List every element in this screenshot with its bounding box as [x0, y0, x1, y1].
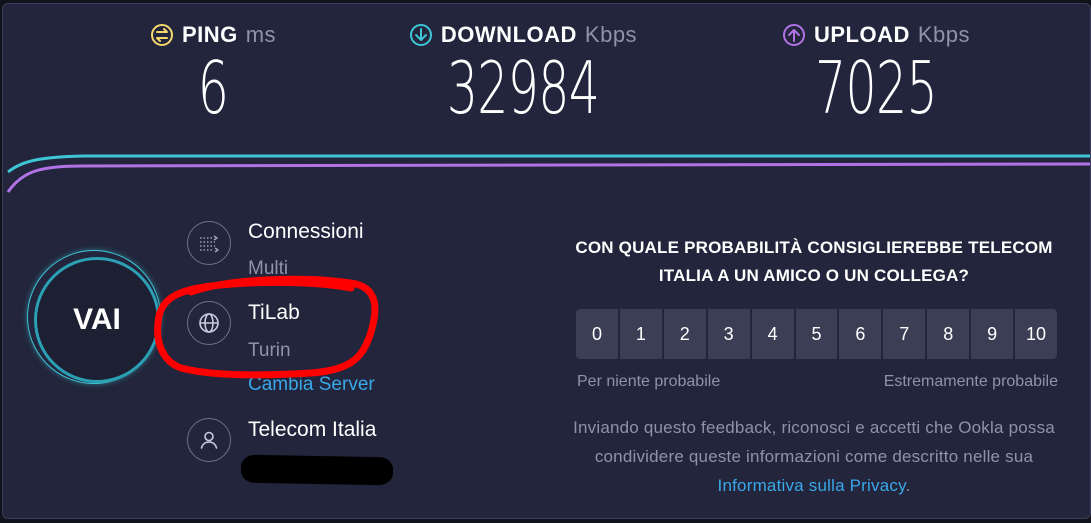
rating-option-6[interactable]: 6	[839, 309, 882, 359]
red-annotation-circle	[154, 275, 379, 379]
connections-title: Connessioni	[248, 220, 364, 243]
ping-unit: ms	[245, 22, 277, 47]
rating-option-9[interactable]: 9	[971, 309, 1014, 359]
rating-option-3[interactable]: 3	[707, 309, 750, 359]
go-button[interactable]: VAI	[34, 257, 160, 383]
disclaimer-end: .	[905, 476, 911, 495]
download-value: 32984	[446, 46, 600, 130]
privacy-link[interactable]: Informativa sulla Privacy	[718, 476, 906, 495]
rating-option-2[interactable]: 2	[663, 309, 706, 359]
connections-icon[interactable]	[187, 221, 231, 265]
speed-graph	[6, 154, 1090, 193]
provider-name: Telecom Italia	[248, 418, 377, 441]
download-unit: Kbps	[584, 22, 638, 47]
survey-question: CON QUALE PROBABILITÀ CONSIGLIEREBBE TEL…	[575, 238, 1053, 285]
download-metric: DOWNLOAD Kbps 32984	[393, 22, 653, 124]
speedtest-panel: PING ms 6 DOWNLOAD Kbps 32984 UPLOAD Kbp…	[2, 3, 1091, 519]
redacted-ip-marker	[240, 454, 394, 486]
ping-metric: PING ms 6	[113, 22, 313, 124]
ping-value: 6	[197, 46, 229, 130]
feedback-disclaimer: Inviando questo feedback, riconosci e ac…	[569, 413, 1059, 500]
scale-high-label: Estremamente probabile	[883, 373, 1058, 390]
download-label: DOWNLOAD	[440, 22, 577, 47]
rating-option-0[interactable]: 0	[576, 309, 618, 359]
rating-option-1[interactable]: 1	[619, 309, 662, 359]
upload-unit: Kbps	[917, 22, 971, 47]
upload-label: UPLOAD	[813, 22, 910, 47]
ping-label: PING	[181, 22, 238, 47]
rating-option-10[interactable]: 10	[1015, 309, 1057, 359]
rating-option-7[interactable]: 7	[883, 309, 926, 359]
upload-metric: UPLOAD Kbps 7025	[761, 22, 991, 124]
upload-graph-line	[6, 162, 1090, 193]
disclaimer-text: Inviando questo feedback, riconosci e ac…	[573, 418, 1055, 466]
rating-scale: 0 1 2 3 4 5 6 7 8 9 10	[576, 309, 1057, 359]
user-icon	[187, 418, 231, 462]
scale-low-label: Per niente probabile	[577, 373, 721, 390]
upload-value: 7025	[815, 46, 938, 130]
rating-option-8[interactable]: 8	[927, 309, 970, 359]
download-icon	[409, 24, 432, 46]
rating-option-4[interactable]: 4	[751, 309, 794, 359]
upload-icon	[782, 24, 805, 46]
ping-icon	[150, 24, 173, 46]
rating-option-5[interactable]: 5	[795, 309, 838, 359]
